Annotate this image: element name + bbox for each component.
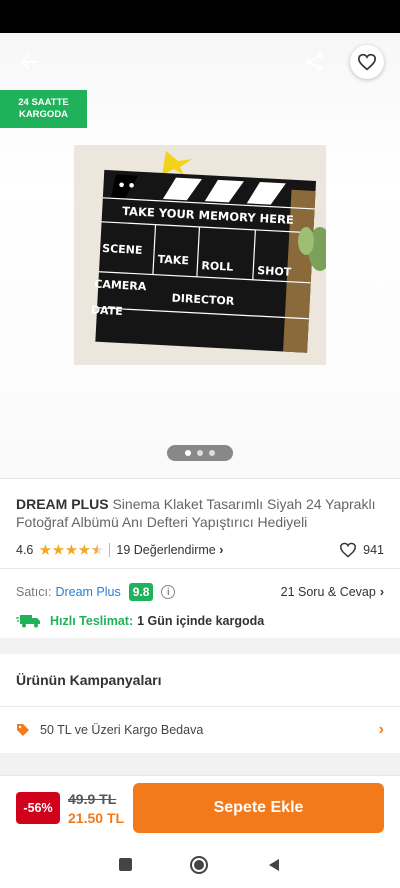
clapper-scene: SCENE — [102, 242, 143, 257]
seller-link[interactable]: Dream Plus — [55, 585, 120, 599]
campaign-text: 50 TL ve Üzeri Kargo Bedava — [40, 723, 204, 737]
divider — [109, 543, 111, 557]
home-button[interactable] — [190, 855, 209, 874]
campaign-item[interactable]: 50 TL ve Üzeri Kargo Bedava › — [16, 720, 384, 740]
badge-line-1: 24 SAATTE — [18, 97, 69, 108]
seller-label: Satıcı: — [16, 585, 52, 599]
home-icon — [194, 859, 205, 870]
star-icon — [39, 544, 52, 555]
heart-outline-icon — [340, 542, 357, 558]
star-icon — [78, 544, 91, 555]
new-price: 21.50 TL — [68, 810, 125, 826]
product-gallery[interactable]: 24 SAATTE KARGODA TAKE YOUR MEMORY HERE — [0, 33, 400, 478]
campaigns-title: Ürünün Kampanyaları — [16, 672, 162, 688]
clapper-date: DATE — [91, 303, 123, 318]
star-icon — [52, 544, 65, 555]
rating-stars — [39, 544, 104, 556]
section-separator — [0, 753, 400, 775]
favorites-count[interactable]: 941 — [339, 542, 384, 558]
product-brand[interactable]: DREAM PLUS — [16, 496, 109, 512]
chevron-right-icon: › — [219, 543, 224, 557]
clapper-camera: CAMERA — [94, 278, 147, 294]
favorites-value: 941 — [363, 543, 384, 557]
badge-line-2: KARGODA — [18, 109, 69, 120]
section-separator — [0, 638, 400, 654]
product-image[interactable]: TAKE YOUR MEMORY HERE SCENE TAKE ROLL SH… — [74, 145, 326, 365]
clapper-take: TAKE — [157, 253, 189, 268]
favorite-button[interactable] — [350, 45, 384, 79]
qa-link[interactable]: 21 Soru & Cevap › — [281, 585, 384, 599]
reviews-link[interactable]: 19 Değerlendirme › — [116, 543, 223, 557]
heart-icon — [357, 53, 377, 71]
system-nav-bar — [0, 841, 400, 888]
star-icon — [65, 544, 78, 555]
delivery-label: Hızlı Teslimat: — [50, 614, 134, 628]
reviews-count: 19 Değerlendirme — [116, 543, 216, 557]
divider — [0, 568, 400, 569]
seller-score-badge: 9.8 — [128, 583, 154, 601]
recents-button[interactable] — [119, 858, 133, 871]
rating-row: 4.6 19 Değerlendirme › 941 — [16, 541, 384, 559]
divider — [0, 706, 400, 707]
share-button[interactable] — [298, 45, 332, 79]
share-icon — [306, 52, 323, 72]
fast-cargo-badge: 24 SAATTE KARGODA — [0, 90, 87, 128]
star-half-icon — [91, 544, 104, 555]
info-icon[interactable]: i — [161, 585, 176, 599]
truck-icon — [16, 615, 40, 628]
purchase-bar: -56% 49.9 TL 21.50 TL Sepete Ekle — [0, 775, 400, 841]
arrow-left-icon — [21, 54, 37, 70]
chevron-right-icon: › — [378, 721, 384, 738]
back-triangle-icon[interactable] — [267, 858, 281, 872]
qa-label: 21 Soru & Cevap — [280, 585, 376, 599]
seller-row: Satıcı: Dream Plus 9.8 i 21 Soru & Cevap… — [16, 581, 384, 603]
chevron-right-icon: › — [379, 585, 384, 599]
clapper-roll: ROLL — [201, 259, 233, 274]
status-bar — [0, 0, 400, 33]
product-info-top-border — [0, 478, 400, 479]
product-title: DREAM PLUS Sinema Klaket Tasarımlı Siyah… — [16, 495, 388, 531]
delivery-row: Hızlı Teslimat: 1 Gün içinde kargoda — [16, 612, 384, 630]
pager-dot[interactable] — [197, 450, 203, 456]
add-to-cart-button[interactable]: Sepete Ekle — [133, 783, 384, 833]
tag-icon — [17, 724, 29, 736]
back-button[interactable] — [12, 45, 46, 79]
clapperboard-album-image: TAKE YOUR MEMORY HERE SCENE TAKE ROLL SH… — [74, 145, 326, 365]
pager-dot[interactable] — [209, 450, 215, 456]
rating-value: 4.6 — [16, 543, 34, 557]
clapper-shot: SHOT — [257, 264, 292, 279]
pager-dot-active[interactable] — [185, 450, 191, 456]
old-price: 49.9 TL — [68, 791, 117, 807]
image-pager[interactable] — [167, 445, 233, 461]
discount-badge: -56% — [16, 792, 60, 824]
delivery-value: 1 Gün içinde kargoda — [137, 614, 265, 628]
